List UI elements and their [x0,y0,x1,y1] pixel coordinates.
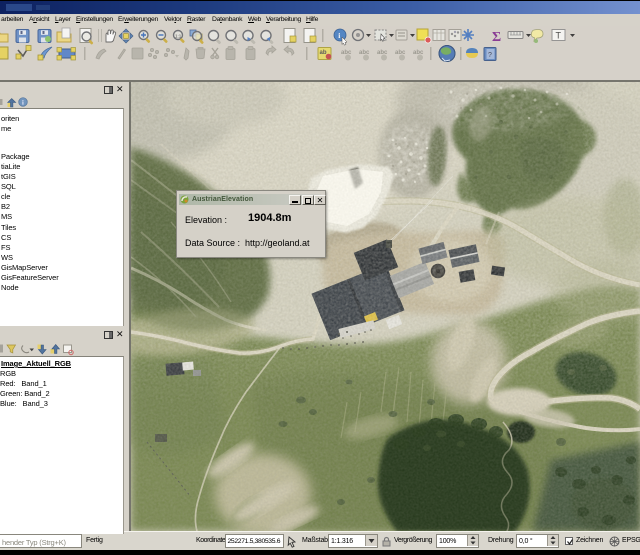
svg-text:i: i [22,100,24,107]
